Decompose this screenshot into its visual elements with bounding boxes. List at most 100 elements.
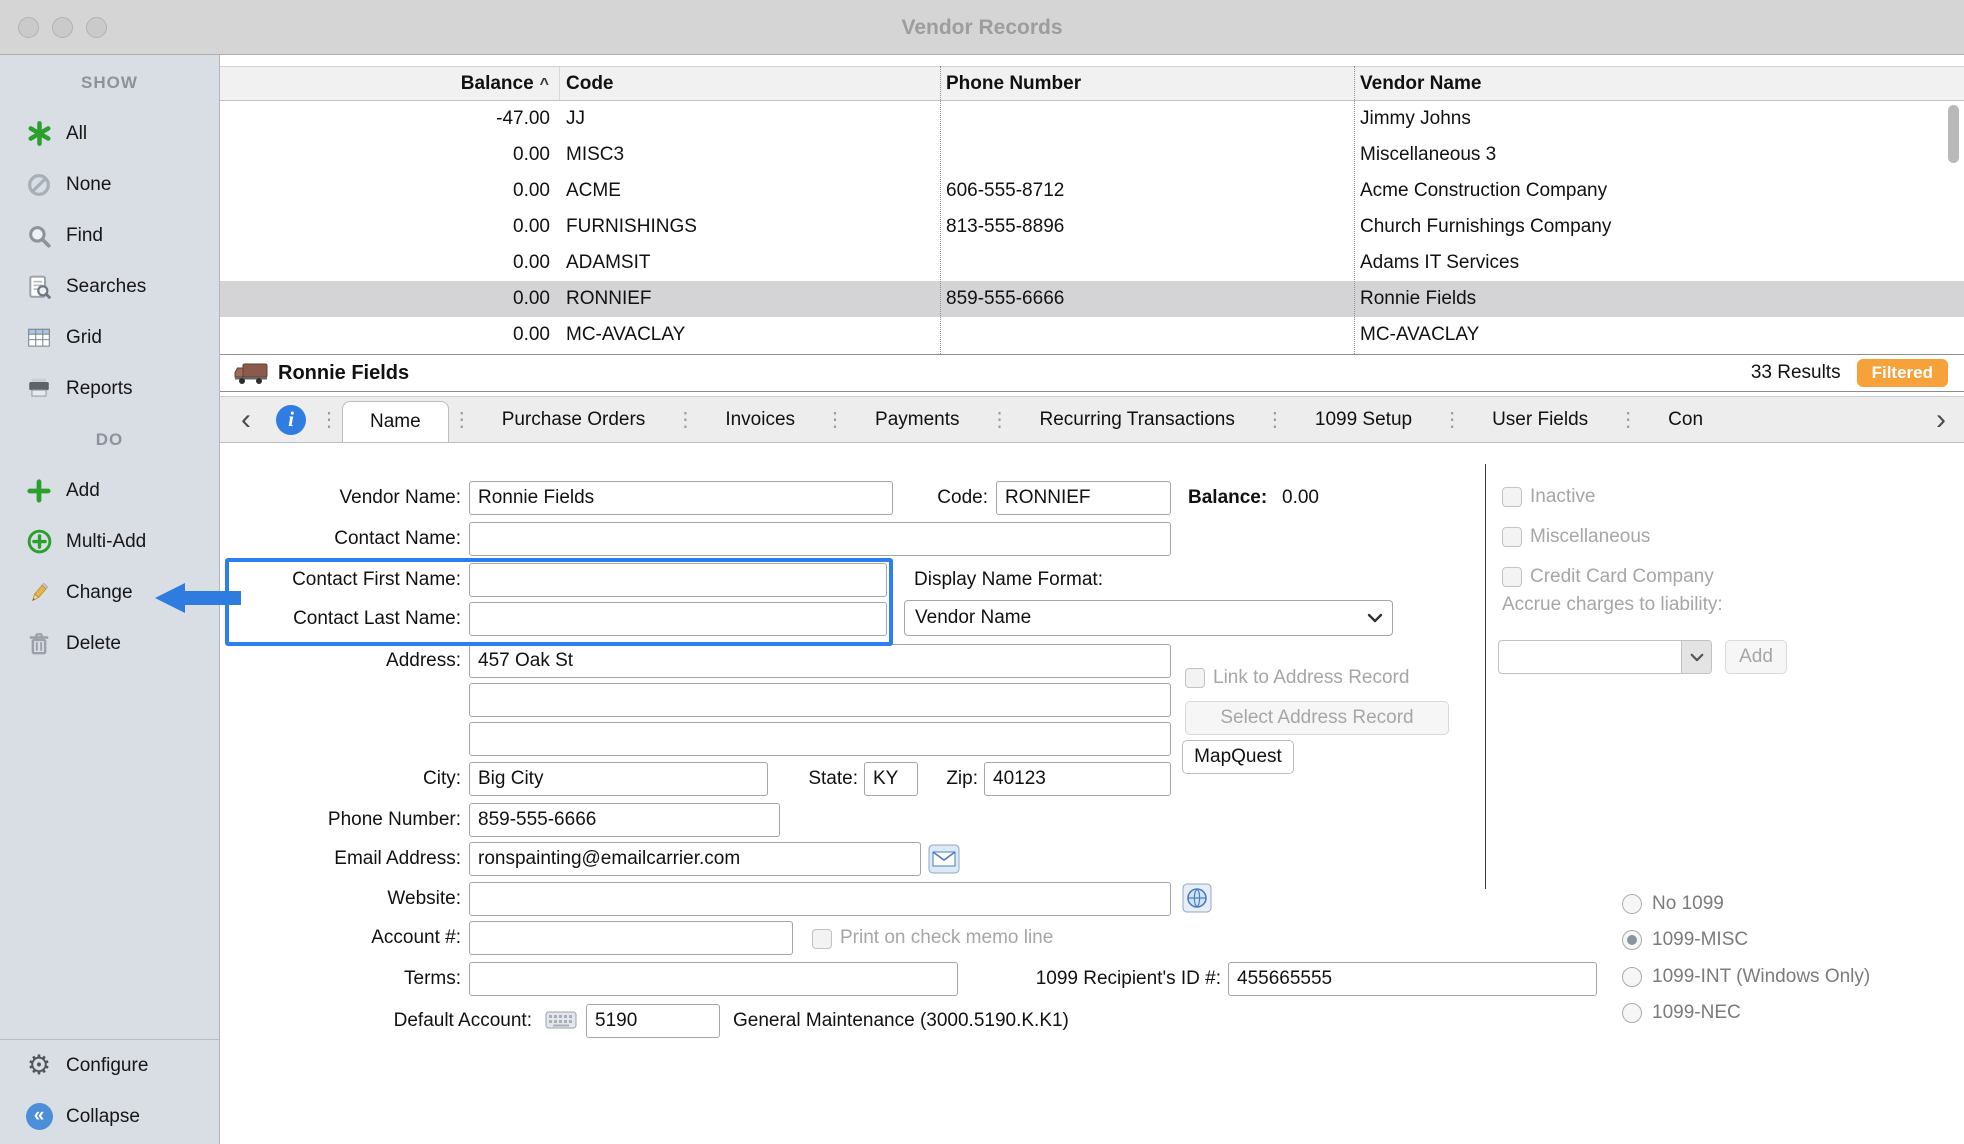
zip-input[interactable]: [984, 762, 1171, 796]
terms-input[interactable]: [469, 962, 958, 996]
1099-misc-radio[interactable]: [1622, 930, 1642, 950]
account-number-label: Account #:: [220, 921, 461, 955]
sidebar-item-label: Delete: [66, 633, 121, 655]
website-input[interactable]: [469, 882, 1171, 916]
sidebar-item-label: All: [66, 123, 87, 145]
sidebar-item-reports[interactable]: Reports: [0, 363, 219, 414]
filtered-badge[interactable]: Filtered: [1857, 359, 1948, 387]
email-address-input[interactable]: [469, 842, 921, 876]
asterisk-icon: [22, 118, 56, 150]
address-label: Address:: [220, 644, 461, 678]
table-row[interactable]: 0.00ADAMSITAdams IT Services: [220, 245, 1964, 281]
table-row[interactable]: 0.00MC-AVACLAYMC-AVACLAY: [220, 317, 1964, 353]
address-line2-input[interactable]: [469, 683, 1171, 717]
tab-invoices[interactable]: Invoices: [698, 397, 822, 442]
sidebar-item-find[interactable]: Find: [0, 210, 219, 261]
info-tab[interactable]: i: [272, 397, 316, 442]
contact-name-input[interactable]: [469, 522, 1171, 556]
table-scrollbar[interactable]: [1948, 105, 1959, 163]
recipient-id-input[interactable]: [1228, 962, 1597, 996]
tab-name[interactable]: Name: [342, 401, 449, 442]
table-row[interactable]: 0.00MISC3Miscellaneous 3: [220, 137, 1964, 173]
account-number-input[interactable]: [469, 921, 793, 955]
tab-user-fields[interactable]: User Fields: [1465, 397, 1615, 442]
sidebar-item-configure[interactable]: ⚙ Configure: [0, 1040, 219, 1091]
chevron-down-icon: [1681, 641, 1711, 673]
1099-misc-label: 1099-MISC: [1652, 923, 1952, 957]
link-address-checkbox[interactable]: [1185, 668, 1205, 688]
address-line3-input[interactable]: [469, 722, 1171, 756]
vendor-name-input[interactable]: [469, 481, 893, 515]
detail-header: Ronnie Fields 33 Results Filtered: [220, 354, 1964, 392]
code-input[interactable]: [996, 481, 1171, 515]
sidebar-item-collapse[interactable]: « Collapse: [0, 1091, 219, 1142]
table-row[interactable]: 0.00FURNISHINGS813-555-8896Church Furnis…: [220, 209, 1964, 245]
balance-label: Balance:: [1188, 481, 1278, 515]
credit-card-company-checkbox[interactable]: [1502, 567, 1522, 587]
account-lookup-icon[interactable]: [545, 1008, 577, 1032]
column-header-code[interactable]: Code: [560, 67, 940, 100]
sidebar: SHOW All None Find Searches Grid Reports…: [0, 55, 220, 1144]
display-name-format-select[interactable]: Vendor Name: [904, 600, 1393, 636]
sidebar-item-delete[interactable]: Delete: [0, 618, 219, 669]
trash-icon: [22, 628, 56, 660]
prev-tab-button[interactable]: ‹: [220, 397, 272, 442]
sidebar-item-add[interactable]: Add: [0, 465, 219, 516]
sidebar-item-change[interactable]: Change: [0, 567, 219, 618]
results-count: 33 Results: [1751, 362, 1841, 384]
default-account-description: General Maintenance (3000.5190.K.K1): [733, 1004, 1293, 1038]
table-row[interactable]: 0.00ACME606-555-8712Acme Construction Co…: [220, 173, 1964, 209]
none-icon: [22, 169, 56, 201]
tab-contacts-truncated[interactable]: Con: [1641, 397, 1730, 442]
address-line1-input[interactable]: [469, 644, 1171, 678]
contact-last-name-input[interactable]: [469, 602, 887, 636]
tab-purchase-orders[interactable]: Purchase Orders: [475, 397, 673, 442]
gear-icon: ⚙: [22, 1050, 56, 1082]
no-1099-label: No 1099: [1652, 887, 1952, 921]
open-website-icon[interactable]: [1182, 883, 1212, 913]
sidebar-item-searches[interactable]: Searches: [0, 261, 219, 312]
no-1099-radio[interactable]: [1622, 894, 1642, 914]
column-header-phone[interactable]: Phone Number: [940, 67, 1354, 100]
tab-1099-setup[interactable]: 1099 Setup: [1288, 397, 1439, 442]
mapquest-button[interactable]: MapQuest: [1182, 740, 1294, 774]
city-input[interactable]: [469, 762, 768, 796]
tab-separator-icon: ⋮: [449, 397, 475, 442]
table-row-selected[interactable]: 0.00RONNIEF859-555-6666Ronnie Fields: [220, 281, 1964, 317]
print-memo-checkbox[interactable]: [812, 929, 832, 949]
tab-recurring-transactions[interactable]: Recurring Transactions: [1013, 397, 1262, 442]
column-header-balance[interactable]: Balance^: [220, 67, 560, 100]
recipient-id-label: 1099 Recipient's ID #:: [981, 962, 1221, 996]
website-label: Website:: [220, 882, 461, 916]
select-address-record-button[interactable]: Select Address Record: [1185, 701, 1449, 735]
accrue-liability-select[interactable]: [1498, 640, 1712, 674]
sidebar-item-grid[interactable]: Grid: [0, 312, 219, 363]
sidebar-section-show: SHOW: [0, 57, 219, 108]
send-email-icon[interactable]: [928, 843, 960, 875]
sidebar-item-all[interactable]: All: [0, 108, 219, 159]
print-memo-label: Print on check memo line: [840, 921, 1140, 955]
collapse-icon: «: [22, 1101, 56, 1133]
sidebar-item-multi-add[interactable]: Multi-Add: [0, 516, 219, 567]
table-row[interactable]: -47.00JJJimmy Johns: [220, 101, 1964, 137]
contact-first-name-input[interactable]: [469, 563, 887, 597]
sidebar-item-label: Multi-Add: [66, 531, 146, 553]
column-header-vendor-name[interactable]: Vendor Name: [1354, 67, 1964, 100]
vendor-table: Balance^ Code Phone Number Vendor Name -…: [220, 55, 1964, 354]
vendor-records-window: Vendor Records SHOW All None Find Search…: [0, 0, 1964, 1144]
grid-icon: [22, 322, 56, 354]
sidebar-item-none[interactable]: None: [0, 159, 219, 210]
next-tab-button[interactable]: ›: [1918, 397, 1964, 442]
accrue-add-button[interactable]: Add: [1725, 640, 1787, 674]
phone-number-input[interactable]: [469, 803, 780, 837]
inactive-checkbox[interactable]: [1502, 487, 1522, 507]
vendor-name-label: Vendor Name:: [220, 481, 461, 515]
1099-nec-radio[interactable]: [1622, 1003, 1642, 1023]
state-input[interactable]: [864, 762, 918, 796]
saved-search-icon: [22, 271, 56, 303]
miscellaneous-checkbox[interactable]: [1502, 527, 1522, 547]
1099-int-radio[interactable]: [1622, 967, 1642, 987]
default-account-input[interactable]: [586, 1004, 720, 1038]
link-address-label: Link to Address Record: [1213, 661, 1473, 695]
tab-payments[interactable]: Payments: [848, 397, 986, 442]
